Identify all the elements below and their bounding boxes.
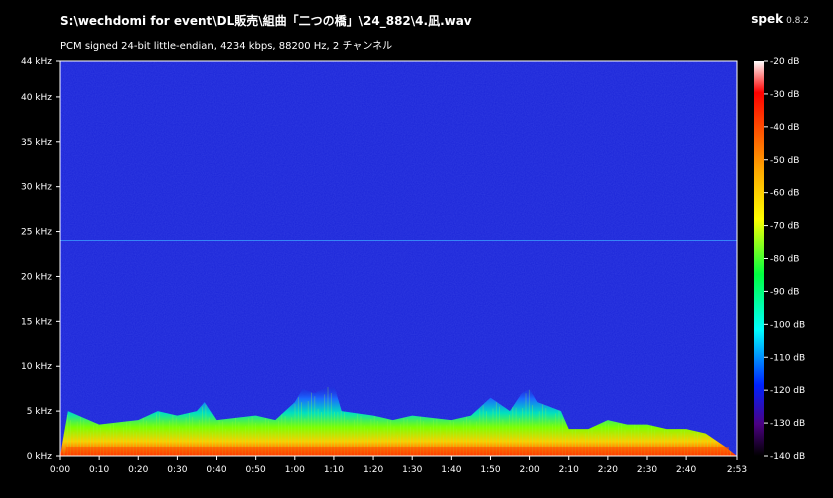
scale-tick-label: -140 dB (770, 452, 805, 462)
scale-tick-label: -90 dB (770, 287, 799, 297)
y-tick-label: 25 kHz (21, 228, 52, 238)
y-tick-label: 10 kHz (21, 362, 52, 372)
x-tick-label: 2:30 (637, 465, 657, 475)
y-tick-label: 0 kHz (27, 452, 53, 462)
x-tick-label: 0:10 (89, 465, 109, 475)
x-tick-label: 0:40 (206, 465, 226, 475)
x-tick-label: 1:30 (402, 465, 422, 475)
db-color-scale (754, 61, 764, 456)
spectrogram-noise (60, 61, 737, 456)
scale-tick-label: -70 dB (770, 222, 799, 232)
x-tick-label: 0:00 (50, 465, 70, 475)
low-freq-band (66, 447, 729, 456)
x-tick-label: 2:40 (676, 465, 696, 475)
x-tick-label: 2:10 (559, 465, 579, 475)
scale-tick-label: -120 dB (770, 386, 805, 396)
x-tick-label: 2:20 (598, 465, 618, 475)
time-axis: 0:00 0:10 0:20 0:30 0:40 0:50 1:00 1:10 1:20 1:30… (50, 456, 747, 475)
y-tick-label: 15 kHz (21, 317, 52, 327)
x-tick-label: 0:30 (167, 465, 187, 475)
y-tick-label: 30 kHz (21, 183, 52, 193)
x-tick-label: 2:00 (519, 465, 539, 475)
x-tick-label: 1:20 (363, 465, 383, 475)
y-tick-label: 35 kHz (21, 138, 52, 148)
y-tick-label: 44 kHz (21, 57, 52, 67)
scale-tick-label: -130 dB (770, 419, 805, 429)
scale-tick-label: -30 dB (770, 90, 799, 100)
scale-tick-label: -110 dB (770, 353, 805, 363)
db-scale-axis: -20 dB -30 dB -40 dB -50 dB -60 dB -70 dB -80 … (764, 57, 805, 462)
scale-tick-label: -50 dB (770, 156, 799, 166)
frequency-axis: 0 kHz 5 kHz 10 kHz 15 kHz 20 kHz 25 kHz 30 kHz… (21, 57, 60, 462)
y-tick-label: 40 kHz (21, 93, 52, 103)
scale-tick-label: -100 dB (770, 320, 805, 330)
y-tick-label: 5 kHz (27, 407, 53, 417)
x-tick-label: 1:00 (285, 465, 305, 475)
x-tick-label: 2:53 (727, 465, 747, 475)
x-tick-label: 1:10 (324, 465, 344, 475)
scale-tick-label: -80 dB (770, 255, 799, 265)
x-tick-label: 0:50 (246, 465, 266, 475)
scale-tick-label: -40 dB (770, 123, 799, 133)
scale-tick-label: -60 dB (770, 189, 799, 199)
scale-tick-label: -20 dB (770, 57, 799, 67)
x-tick-label: 0:20 (128, 465, 148, 475)
spectrogram-view[interactable]: 0 kHz 5 kHz 10 kHz 15 kHz 20 kHz 25 kHz 30 kHz… (0, 0, 833, 498)
x-tick-label: 1:50 (480, 465, 500, 475)
x-tick-label: 1:40 (441, 465, 461, 475)
y-tick-label: 20 kHz (21, 272, 52, 282)
